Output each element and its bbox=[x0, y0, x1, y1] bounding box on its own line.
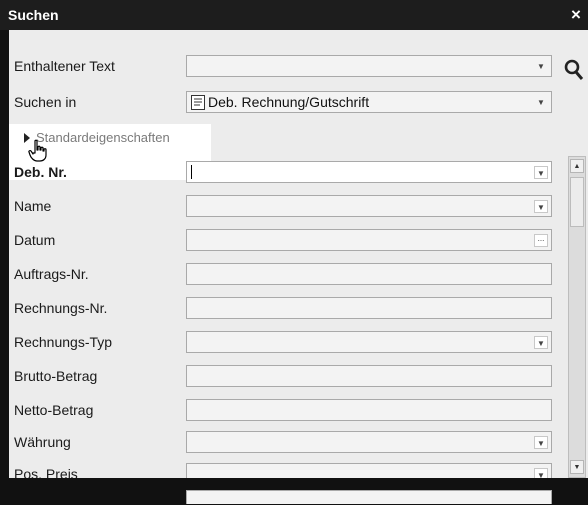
waehrung-field[interactable]: ▼ bbox=[186, 431, 552, 453]
search-in-label: Suchen in bbox=[14, 94, 77, 110]
name-field[interactable]: ▼ bbox=[186, 195, 552, 217]
chevron-down-icon[interactable]: ▼ bbox=[534, 96, 548, 109]
search-in-select[interactable]: Deb. Rechnung/Gutschrift ▼ bbox=[186, 91, 552, 113]
scroll-up-icon[interactable]: ▲ bbox=[570, 159, 584, 173]
datum-label: Datum bbox=[14, 232, 56, 248]
chevron-down-icon[interactable]: ▼ bbox=[534, 200, 548, 213]
search-icon[interactable] bbox=[562, 58, 584, 82]
chevron-down-icon[interactable]: ▼ bbox=[534, 336, 548, 349]
chevron-down-icon[interactable]: ▼ bbox=[534, 166, 548, 179]
document-icon bbox=[191, 95, 205, 110]
search-in-value: Deb. Rechnung/Gutschrift bbox=[208, 94, 370, 110]
vertical-scrollbar[interactable]: ▲ ▼ bbox=[568, 156, 586, 478]
netto-betrag-field[interactable] bbox=[186, 399, 552, 421]
name-label: Name bbox=[14, 198, 52, 214]
window-titlebar: Suchen × bbox=[0, 0, 588, 30]
deb-nr-field[interactable]: ▼ bbox=[186, 161, 552, 183]
next-field-partial[interactable] bbox=[186, 490, 552, 504]
hand-cursor-icon bbox=[28, 139, 47, 162]
datum-field[interactable]: ... bbox=[186, 229, 552, 251]
rechnungs-nr-field[interactable] bbox=[186, 297, 552, 319]
scroll-down-icon[interactable]: ▼ bbox=[570, 460, 584, 474]
rechnungs-nr-label: Rechnungs-Nr. bbox=[14, 300, 108, 316]
section-label: Standardeigenschaften bbox=[36, 130, 170, 145]
ellipsis-icon[interactable]: ... bbox=[534, 234, 548, 247]
netto-betrag-label: Netto-Betrag bbox=[14, 402, 94, 418]
rechnungs-typ-field[interactable]: ▼ bbox=[186, 331, 552, 353]
auftrags-nr-label: Auftrags-Nr. bbox=[14, 266, 89, 282]
contained-text-field[interactable]: ▼ bbox=[186, 55, 552, 77]
rechnungs-typ-label: Rechnungs-Typ bbox=[14, 334, 113, 350]
scrollbar-thumb[interactable] bbox=[570, 177, 584, 227]
waehrung-label: Währung bbox=[14, 434, 71, 450]
text-caret bbox=[191, 165, 192, 179]
auftrags-nr-field[interactable] bbox=[186, 263, 552, 285]
contained-text-label: Enthaltener Text bbox=[14, 58, 115, 74]
deb-nr-label: Deb. Nr. bbox=[14, 164, 67, 180]
close-icon[interactable]: × bbox=[568, 0, 584, 30]
window-title: Suchen bbox=[8, 7, 59, 23]
brutto-betrag-label: Brutto-Betrag bbox=[14, 368, 98, 384]
chevron-down-icon[interactable]: ▼ bbox=[534, 60, 548, 73]
chevron-down-icon[interactable]: ▼ bbox=[534, 436, 548, 449]
brutto-betrag-field[interactable] bbox=[186, 365, 552, 387]
